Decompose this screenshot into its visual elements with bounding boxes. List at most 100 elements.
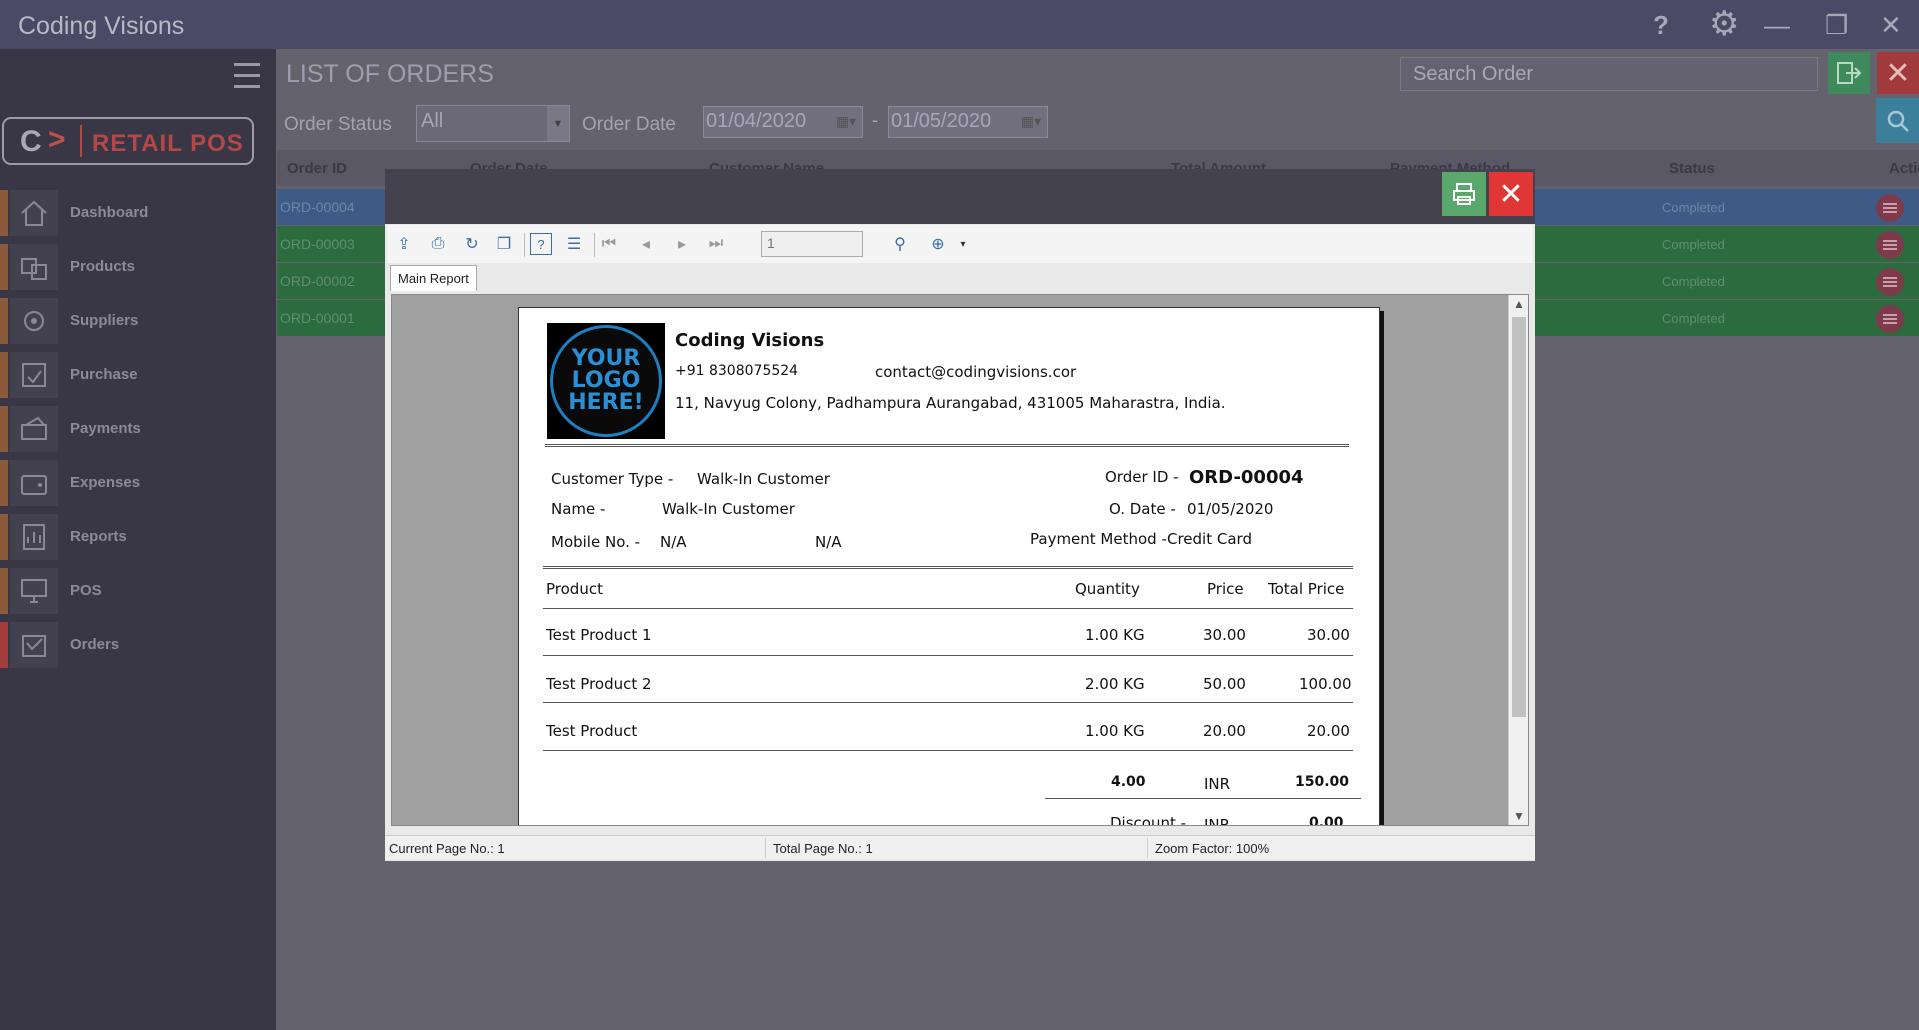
close-dialog-button[interactable]: ✕ (1489, 172, 1533, 216)
header-price: Price (1207, 580, 1244, 598)
order-date-label: Order Date (582, 114, 676, 135)
search-button[interactable] (1876, 98, 1919, 143)
scroll-down-icon[interactable]: ▼ (1509, 809, 1528, 823)
search-input[interactable]: Search Order (1400, 57, 1818, 91)
page-number-input[interactable]: 1 (761, 231, 863, 257)
item-total: 30.00 (1307, 626, 1350, 644)
refresh-icon[interactable]: ↻ (461, 233, 483, 255)
group-tree-icon[interactable]: ☰ (563, 233, 585, 255)
grand-total: 150.00 (1295, 774, 1350, 790)
discount-value: 0.00 (1309, 815, 1344, 826)
payment-method-value: Credit Card (1167, 530, 1252, 548)
report-canvas: YOUR LOGO HERE! Coding Visions +91 83080… (391, 294, 1529, 826)
export-icon (1837, 62, 1862, 84)
column-header[interactable]: Action (1889, 160, 1919, 177)
sidebar-item-expenses[interactable]: Expenses (0, 458, 276, 508)
sidebar-item-suppliers[interactable]: Suppliers (0, 296, 276, 346)
sidebar-item-label: Orders (70, 636, 120, 653)
order-id-cell: ORD-00003 (280, 236, 355, 252)
close-icon: ✕ (1885, 56, 1911, 90)
prev-page-icon[interactable]: ◂ (635, 233, 657, 255)
find-icon[interactable]: ⚲ (889, 233, 911, 255)
home-icon (10, 190, 58, 236)
tab-main-report[interactable]: Main Report (390, 265, 477, 291)
maximize-icon[interactable]: ❐ (1825, 10, 1848, 41)
viewer-toolbar: ⇪ ⎙ ↻ ❐ ? ☰ ⏮ ◂ ▸ ⏭ 1 ⚲ ⊕ ▾ (387, 225, 1533, 263)
row-action-button[interactable] (1876, 305, 1904, 333)
current-page-status: Current Page No.: 1 (389, 841, 505, 856)
date-to-value: 01/05/2020 (891, 110, 992, 132)
page-title: LIST OF ORDERS (286, 60, 494, 88)
payment-icon (10, 406, 58, 452)
printer-icon (1453, 183, 1475, 205)
column-header[interactable]: Order ID (287, 160, 347, 177)
close-window-icon[interactable]: ✕ (1880, 10, 1902, 41)
total-currency: INR (1204, 775, 1231, 793)
settings-icon[interactable]: ⚙ (1709, 4, 1739, 44)
discount-currency: INR (1204, 816, 1231, 826)
item-quantity: 2.00 KG (1085, 675, 1145, 693)
sidebar-item-dashboard[interactable]: Dashboard (0, 188, 276, 238)
zoom-factor-status: Zoom Factor: 100% (1155, 841, 1270, 856)
row-action-button[interactable] (1876, 231, 1904, 259)
list-icon (1883, 312, 1897, 326)
sidebar-item-purchase[interactable]: Purchase (0, 350, 276, 400)
company-address: 11, Navyug Colony, Padhampura Aurangabad… (675, 394, 1226, 412)
mobile-value-2: N/A (815, 533, 842, 551)
order-id-cell: ORD-00002 (280, 273, 355, 289)
date-separator: - (872, 110, 878, 130)
order-id-value: ORD-00004 (1189, 467, 1304, 488)
item-product: Test Product 2 (546, 675, 652, 693)
scroll-up-icon[interactable]: ▲ (1509, 297, 1528, 311)
minimize-icon[interactable]: — (1764, 10, 1790, 41)
print-icon[interactable]: ⎙ (427, 233, 449, 255)
scrollbar-thumb[interactable] (1512, 317, 1526, 717)
item-quantity: 1.00 KG (1085, 626, 1145, 644)
logo-text: RETAIL POS (92, 130, 244, 157)
export-button[interactable] (1828, 52, 1870, 94)
vertical-scrollbar[interactable]: ▲ ▼ (1508, 295, 1528, 825)
close-page-button[interactable]: ✕ (1877, 52, 1919, 94)
first-page-icon[interactable]: ⏮ (598, 233, 620, 255)
copy-icon[interactable]: ❐ (493, 233, 515, 255)
item-total: 20.00 (1307, 722, 1350, 740)
search-icon (1887, 110, 1909, 132)
sidebar-item-pos[interactable]: POS (0, 566, 276, 616)
last-page-icon[interactable]: ⏭ (705, 233, 727, 255)
status-cell: Completed (1662, 200, 1725, 215)
column-header[interactable]: Status (1669, 160, 1715, 177)
orders-icon (10, 622, 58, 668)
date-to-picker[interactable]: 01/05/2020 ▦▾ (888, 106, 1048, 138)
sidebar-item-label: Dashboard (70, 204, 149, 221)
sidebar-item-products[interactable]: Products (0, 242, 276, 292)
order-status-select[interactable]: All ▼ (416, 105, 570, 142)
close-icon: ✕ (1498, 177, 1524, 211)
calendar-icon[interactable]: ▦▾ (1021, 113, 1041, 130)
zoom-icon[interactable]: ⊕ (927, 233, 949, 255)
help-icon[interactable]: ? (530, 233, 552, 255)
sidebar-item-reports[interactable]: Reports (0, 512, 276, 562)
report-page: YOUR LOGO HERE! Coding Visions +91 83080… (518, 307, 1380, 826)
print-button[interactable] (1442, 172, 1486, 216)
customer-type-label: Customer Type - (551, 470, 674, 488)
report-viewer-dialog: ✕ ⇪ ⎙ ↻ ❐ ? ☰ ⏮ ◂ ▸ ⏭ 1 ⚲ ⊕ ▾ Main Repor… (385, 169, 1535, 861)
zoom-dropdown-icon[interactable]: ▾ (952, 233, 974, 255)
name-value: Walk-In Customer (662, 500, 795, 518)
menu-icon[interactable] (234, 63, 260, 96)
item-total: 100.00 (1299, 675, 1352, 693)
title-bar: Coding Visions ? ⚙ — ❐ ✕ (0, 0, 1919, 49)
sidebar-item-orders[interactable]: Orders (0, 620, 276, 670)
report-icon (10, 514, 58, 560)
next-page-icon[interactable]: ▸ (671, 233, 693, 255)
export-report-icon[interactable]: ⇪ (393, 233, 415, 255)
sidebar-item-payments[interactable]: Payments (0, 404, 276, 454)
row-action-button[interactable] (1876, 194, 1904, 222)
row-action-button[interactable] (1876, 268, 1904, 296)
boxes-icon (10, 244, 58, 290)
order-id-cell: ORD-00001 (280, 310, 355, 326)
help-icon[interactable]: ? (1653, 10, 1669, 41)
date-from-picker[interactable]: 01/04/2020 ▦▾ (703, 106, 863, 138)
company-name: Coding Visions (675, 330, 825, 351)
list-icon (1883, 238, 1897, 252)
calendar-icon[interactable]: ▦▾ (836, 113, 856, 130)
